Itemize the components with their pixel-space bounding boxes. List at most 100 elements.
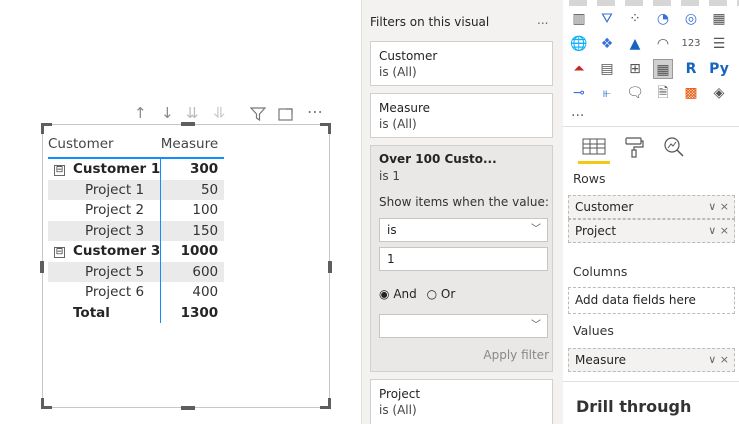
or-radio[interactable]: ○ <box>427 287 437 301</box>
arrow-down-icon[interactable]: ↓ <box>161 104 174 122</box>
pie-chart-icon[interactable]: ◔ <box>653 9 673 29</box>
r-visual-icon[interactable]: R <box>681 59 701 79</box>
kpi-icon[interactable]: ⏶ <box>569 59 589 79</box>
resize-corner[interactable] <box>320 398 331 409</box>
condition-dropdown[interactable]: is ﹀ <box>379 218 548 242</box>
matrix-header-row: Customer Measure <box>48 130 224 158</box>
table-row[interactable]: Project 2 100 <box>48 200 225 221</box>
card-icon[interactable]: 123 <box>681 34 701 54</box>
focus-mode-icon[interactable] <box>278 107 293 121</box>
divider <box>563 381 739 382</box>
filter-card-measure[interactable]: Measure is (All) <box>370 93 553 138</box>
expand-hierarchy-icon[interactable]: ⥥ <box>214 104 225 122</box>
decomposition-tree-icon[interactable]: ⫦ <box>597 83 617 103</box>
total-label: Total <box>73 304 110 321</box>
filled-map-icon[interactable]: ❖ <box>597 34 617 54</box>
resize-corner[interactable] <box>41 398 52 409</box>
resize-handle[interactable] <box>40 261 44 273</box>
scatter-chart-icon[interactable]: ⁘ <box>625 9 645 29</box>
resize-handle[interactable] <box>181 122 195 126</box>
map-icon[interactable]: 🌐 <box>569 34 589 54</box>
field-name: Measure <box>575 353 626 367</box>
python-visual-icon[interactable]: Py <box>709 59 729 79</box>
visual-gallery-row[interactable] <box>569 0 739 6</box>
paginated-report-icon[interactable]: ▩ <box>681 83 701 103</box>
table-row[interactable]: Project 3 150 <box>48 220 225 241</box>
azure-map-icon[interactable]: ▲ <box>625 34 645 54</box>
columns-drop-zone[interactable]: Add data fields here <box>568 287 735 314</box>
filter-state: is (All) <box>379 117 417 131</box>
table-row[interactable]: Project 1 50 <box>48 179 225 200</box>
format-paint-roller-icon[interactable] <box>623 136 645 158</box>
active-tab-indicator <box>578 161 610 164</box>
more-options-icon[interactable]: ⋯ <box>307 102 323 121</box>
table-icon[interactable]: ⊞ <box>625 59 645 79</box>
condition-value: is <box>387 223 397 237</box>
matrix-icon[interactable]: ▦ <box>653 59 673 79</box>
more-visuals-icon[interactable]: ... <box>571 104 584 120</box>
row-value: 400 <box>160 282 225 303</box>
show-items-label: Show items when the value: <box>379 195 549 209</box>
filter-card-project[interactable]: Project is (All) <box>370 379 553 424</box>
gauge-icon[interactable]: ◠ <box>653 34 673 54</box>
get-more-visuals-icon[interactable]: ◈ <box>709 83 729 103</box>
filter-state: is (All) <box>379 65 417 79</box>
filter-title: Project <box>379 387 421 401</box>
donut-chart-icon[interactable]: ◎ <box>681 9 701 29</box>
table-row[interactable]: ⊟ Customer 1 300 <box>48 157 225 180</box>
resize-handle[interactable] <box>181 406 195 410</box>
arrow-up-icon[interactable]: ↑ <box>134 104 147 122</box>
total-row[interactable]: Total 1300 <box>48 302 225 323</box>
second-condition-dropdown[interactable]: ﹀ <box>379 314 548 338</box>
filter-state: is 1 <box>379 169 401 183</box>
funnel-icon[interactable]: ⛛ <box>597 9 617 29</box>
chevron-down-icon[interactable]: ∨ <box>708 353 716 366</box>
rows-field-customer[interactable]: Customer ∨ × <box>568 195 735 219</box>
and-radio[interactable]: ◉ <box>379 287 389 301</box>
filter-card-customer[interactable]: Customer is (All) <box>370 41 553 86</box>
values-field-measure[interactable]: Measure ∨ × <box>568 348 735 372</box>
column-header-customer[interactable]: Customer <box>48 130 161 158</box>
remove-field-icon[interactable]: × <box>720 224 729 237</box>
filter-title: Over 100 Custo... <box>379 152 497 166</box>
row-label: Project 5 <box>48 261 161 282</box>
chevron-down-icon[interactable]: ∨ <box>708 224 716 237</box>
matrix-visual[interactable]: Customer Measure ⊟ Customer 1 300 Project… <box>40 122 332 410</box>
total-value: 1300 <box>160 302 225 323</box>
chevron-down-icon[interactable]: ∨ <box>708 200 716 213</box>
table-row[interactable]: ⊟ Customer 3 1000 <box>48 241 225 262</box>
row-label: Customer 1 <box>73 161 161 178</box>
treemap-icon[interactable]: ▦ <box>709 9 729 29</box>
resize-handle[interactable] <box>328 261 332 273</box>
value-input[interactable]: 1 <box>379 247 548 271</box>
values-label: Values <box>573 323 614 338</box>
qa-icon[interactable]: 🗨 <box>625 83 645 103</box>
collapse-icon[interactable]: ⊟ <box>54 165 65 177</box>
apply-filter-button[interactable]: Apply filter <box>483 348 549 362</box>
filter-card-over-100[interactable]: Over 100 Custo... is 1 Show items when t… <box>370 145 553 372</box>
ribbon-chart-icon[interactable]: ▥ <box>569 9 589 29</box>
remove-field-icon[interactable]: × <box>720 200 729 213</box>
more-options-icon[interactable]: ... <box>537 13 548 27</box>
table-row[interactable]: Project 6 400 <box>48 282 225 303</box>
drill-through-heading[interactable]: Drill through <box>576 397 691 416</box>
remove-field-icon[interactable]: × <box>720 353 729 366</box>
divider <box>563 126 739 127</box>
and-label: And <box>393 287 417 301</box>
smart-narrative-icon[interactable]: 🗎 <box>653 83 673 103</box>
visualizations-pane: ▥ ⛛ ⁘ ◔ ◎ ▦ 🌐 ❖ ▲ ◠ 123 ☰ ⏶ ▤ ⊞ ▦ R Py ⊸… <box>563 0 739 424</box>
rows-field-project[interactable]: Project ∨ × <box>568 219 735 243</box>
filters-pane: Filters on this visual ... Customer is (… <box>361 0 564 424</box>
collapse-icon[interactable]: ⊟ <box>54 247 65 259</box>
analytics-magnifier-icon[interactable] <box>663 136 685 158</box>
multi-row-card-icon[interactable]: ☰ <box>709 34 729 54</box>
filter-icon[interactable] <box>250 107 266 121</box>
or-label: Or <box>440 287 456 301</box>
fields-tab-icon[interactable] <box>582 137 606 157</box>
table-row[interactable]: Project 5 600 <box>48 261 225 282</box>
resize-corner[interactable] <box>320 123 331 134</box>
slicer-icon[interactable]: ▤ <box>597 59 617 79</box>
drill-down-icon[interactable]: ⇊ <box>186 104 199 122</box>
key-influencers-icon[interactable]: ⊸ <box>569 83 589 103</box>
column-header-measure[interactable]: Measure <box>161 130 224 158</box>
